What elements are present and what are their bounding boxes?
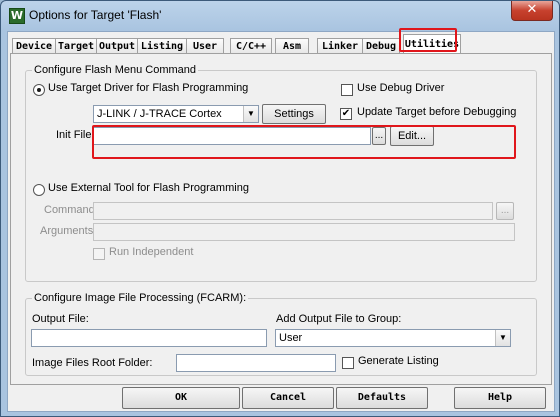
use-target-driver-radio[interactable] (33, 84, 45, 96)
command-input[interactable] (93, 202, 493, 220)
command-label: Command: (44, 204, 98, 216)
cancel-button[interactable]: Cancel (242, 387, 334, 409)
run-independent-checkbox[interactable] (93, 248, 105, 260)
output-file-label: Output File: (32, 313, 89, 325)
driver-select[interactable]: J-LINK / J-TRACE Cortex ▼ (93, 105, 259, 123)
arguments-input[interactable] (93, 223, 515, 241)
generate-listing-checkbox[interactable] (342, 357, 354, 369)
init-file-browse-button[interactable]: ... (372, 127, 386, 145)
utilities-panel: Configure Flash Menu Command Use Target … (10, 53, 552, 385)
tab-listing[interactable]: Listing (137, 38, 187, 54)
help-button[interactable]: Help (454, 387, 546, 409)
app-icon: W (9, 8, 25, 24)
image-processing-group: Configure Image File Processing (FCARM):… (25, 292, 537, 376)
tab-output[interactable]: Output (96, 38, 138, 54)
settings-button[interactable]: Settings (262, 104, 326, 124)
output-file-input[interactable] (31, 329, 267, 347)
root-folder-label: Image Files Root Folder: (32, 357, 153, 369)
use-debug-driver-label: Use Debug Driver (357, 82, 445, 94)
close-button[interactable]: ✕ (511, 1, 553, 21)
tab-linker[interactable]: Linker (317, 38, 363, 54)
root-folder-input[interactable] (176, 354, 336, 372)
update-target-checkbox[interactable]: ✔ (340, 108, 352, 120)
init-file-input[interactable] (93, 127, 371, 145)
group-select[interactable]: User ▼ (275, 329, 511, 347)
tab-user[interactable]: User (186, 38, 224, 54)
command-browse-button[interactable]: ... (496, 202, 514, 220)
use-target-driver-label: Use Target Driver for Flash Programming (48, 82, 249, 94)
arguments-label: Arguments: (40, 225, 97, 237)
dialog-client: Device Target Output Listing User C/C++ … (7, 28, 555, 412)
image-processing-legend: Configure Image File Processing (FCARM): (32, 292, 249, 304)
title-bar[interactable]: W Options for Target 'Flash' ✕ (1, 1, 559, 31)
use-debug-driver-checkbox[interactable] (341, 84, 353, 96)
run-independent-label: Run Independent (109, 246, 194, 258)
update-target-label: Update Target before Debugging (357, 106, 517, 118)
group-select-value: User (279, 332, 303, 344)
generate-listing-label: Generate Listing (358, 355, 439, 367)
add-output-group-label: Add Output File to Group: (276, 313, 402, 325)
use-external-tool-label: Use External Tool for Flash Programming (48, 182, 249, 194)
flash-menu-group: Configure Flash Menu Command Use Target … (25, 64, 537, 282)
options-dialog: W Options for Target 'Flash' ✕ Device Ta… (0, 0, 560, 417)
window-title: Options for Target 'Flash' (29, 8, 162, 22)
defaults-button[interactable]: Defaults (336, 387, 428, 409)
tab-debug[interactable]: Debug (362, 38, 400, 54)
init-file-label: Init File: (56, 129, 95, 141)
ok-button[interactable]: OK (122, 387, 240, 409)
tab-device[interactable]: Device (12, 38, 56, 54)
use-external-tool-radio[interactable] (33, 184, 45, 196)
tab-c-cpp[interactable]: C/C++ (230, 38, 272, 54)
driver-select-value: J-LINK / J-TRACE Cortex (97, 108, 222, 120)
tab-target[interactable]: Target (55, 38, 97, 54)
tab-asm[interactable]: Asm (275, 38, 309, 54)
flash-menu-legend: Configure Flash Menu Command (32, 64, 199, 76)
chevron-down-icon: ▼ (495, 330, 510, 346)
edit-button[interactable]: Edit... (390, 126, 434, 146)
chevron-down-icon: ▼ (243, 106, 258, 122)
